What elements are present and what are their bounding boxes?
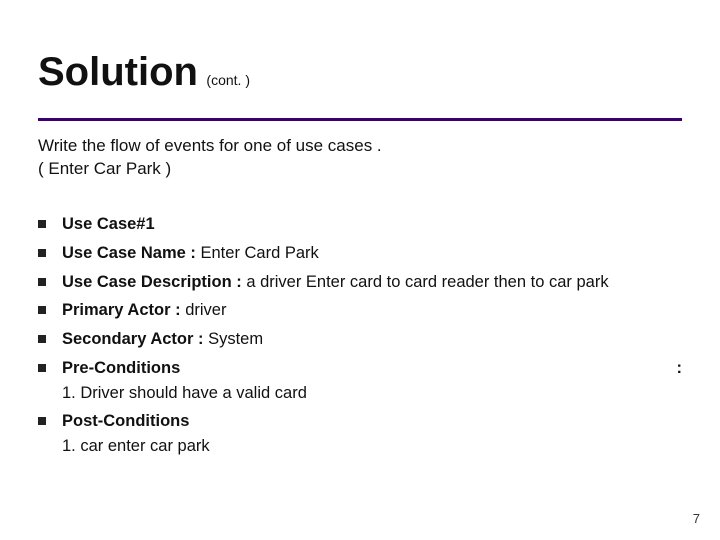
list-subline: 1. Driver should have a valid card bbox=[38, 381, 682, 406]
item-label: Primary Actor : bbox=[62, 301, 185, 319]
item-subtext: 1. car enter car park bbox=[62, 434, 682, 459]
slide: Solution (cont. ) Write the flow of even… bbox=[0, 0, 720, 540]
bullet-icon bbox=[38, 278, 46, 286]
item-value: Enter Card Park bbox=[201, 244, 319, 262]
list-item: Primary Actor : driver bbox=[38, 298, 682, 323]
bullet-icon bbox=[38, 306, 46, 314]
bullet-icon bbox=[38, 249, 46, 257]
accent-rule bbox=[38, 118, 682, 121]
bullet-list: Use Case#1 Use Case Name : Enter Card Pa… bbox=[38, 212, 682, 463]
title-block: Solution (cont. ) bbox=[38, 50, 682, 95]
item-label: Use Case Description : bbox=[62, 273, 246, 291]
bullet-icon bbox=[38, 335, 46, 343]
list-item: Secondary Actor : System bbox=[38, 327, 682, 352]
item-value: a driver Enter card to card reader then … bbox=[246, 273, 608, 291]
list-item: Use Case#1 bbox=[38, 212, 682, 237]
list-subline: 1. car enter car park bbox=[38, 434, 682, 459]
bullet-icon bbox=[38, 417, 46, 425]
list-item: Use Case Name : Enter Card Park bbox=[38, 241, 682, 266]
list-item: Pre-Conditions : bbox=[38, 356, 682, 381]
list-item: Use Case Description : a driver Enter ca… bbox=[38, 270, 682, 295]
intro-line-2: ( Enter Car Park ) bbox=[38, 158, 382, 181]
slide-title: Solution bbox=[38, 50, 198, 94]
item-label: Post-Conditions bbox=[62, 412, 189, 430]
page-number: 7 bbox=[693, 511, 700, 526]
item-value: driver bbox=[185, 301, 226, 319]
item-subtext: 1. Driver should have a valid card bbox=[62, 381, 682, 406]
item-value: System bbox=[208, 330, 263, 348]
item-colon: : bbox=[677, 356, 683, 381]
item-label: Pre-Conditions bbox=[62, 356, 180, 381]
list-item: Post-Conditions bbox=[38, 409, 682, 434]
bullet-icon bbox=[38, 364, 46, 372]
item-label: Use Case#1 bbox=[62, 215, 155, 233]
bullet-icon bbox=[38, 220, 46, 228]
slide-title-suffix: (cont. ) bbox=[206, 72, 250, 88]
item-label: Use Case Name : bbox=[62, 244, 201, 262]
intro-text: Write the flow of events for one of use … bbox=[38, 135, 382, 181]
intro-line-1: Write the flow of events for one of use … bbox=[38, 135, 382, 158]
item-label: Secondary Actor : bbox=[62, 330, 208, 348]
